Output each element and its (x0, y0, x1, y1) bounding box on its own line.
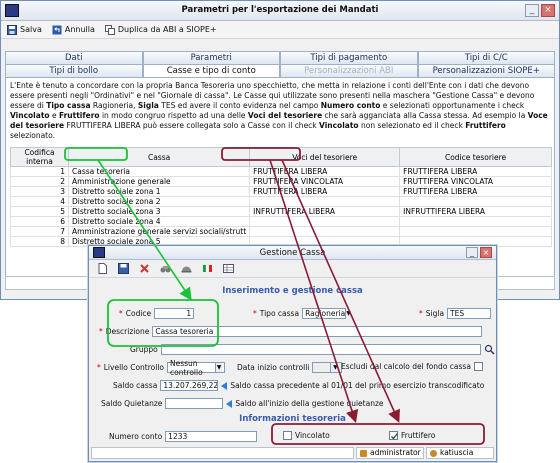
saldo-cassa-input[interactable]: 13.207.269,22 (160, 380, 219, 391)
close-button[interactable]: × (480, 247, 492, 258)
escludi-checkbox[interactable] (473, 362, 483, 371)
tab-personalizzazioni-abi[interactable]: Personalizzazioni ABI (280, 64, 418, 77)
floppy-icon (7, 24, 17, 35)
tab-tipi-pagamento[interactable]: Tipi di pagamento (280, 51, 418, 64)
codice-field: * Codice 1 (119, 308, 195, 319)
main-titlebar: Parametri per l'esportazione dei Mandati… (1, 1, 559, 21)
table-icon[interactable] (223, 263, 234, 274)
codice-input[interactable]: 1 (154, 308, 195, 319)
fruttifero-checkbox[interactable] (389, 431, 399, 440)
dialog-title: Gestione Cassa (259, 248, 326, 258)
main-toolbar: Salva Annulla Duplica da ABI a SIOPE+ (1, 21, 559, 39)
col-header-codice[interactable]: Codice tesoriere (399, 147, 552, 167)
sigla-input[interactable]: TES (447, 308, 492, 319)
helmet-icon[interactable] (181, 263, 192, 274)
data-inizio-select[interactable]: ▼ (312, 362, 343, 373)
casse-table: Codifica interna Cassa Voci del tesorier… (10, 147, 552, 247)
minimize-button[interactable]: _ (466, 247, 478, 258)
close-button[interactable]: × (541, 4, 555, 17)
dialog-statusbar: administrator katiuscia (91, 447, 494, 459)
arrow-left-icon (221, 381, 228, 390)
sigla-field: * Sigla TES (419, 308, 492, 319)
status-user2: katiuscia (426, 447, 494, 459)
numero-conto-field: Numero conto 1233 (109, 431, 258, 442)
floppy-icon[interactable] (118, 263, 129, 274)
gestione-cassa-dialog: Gestione Cassa _ × Inserimento e gestion… (88, 245, 497, 462)
descrizione-field: * Descrizione Cassa tesoreria (99, 326, 483, 337)
data-inizio-field: Data inizio controlli ▼ (237, 362, 343, 373)
duplicate-button[interactable]: Duplica da ABI a SIOPE+ (104, 24, 217, 35)
new-document-icon[interactable] (97, 263, 108, 274)
table-row[interactable]: 2 Amministrazione generale FRUTTIFERA VINC… (10, 176, 552, 187)
search-icon[interactable] (484, 344, 495, 355)
main-window-title: Parametri per l'esportazione dei Mandati (181, 5, 379, 15)
saldo-quietanze-field: Saldo Quietanze Saldo all'inizio della g… (101, 398, 384, 409)
gruppo-field: Gruppo (130, 344, 495, 355)
vincolato-checkbox[interactable] (283, 431, 292, 440)
vincolato-field: Vincolato (283, 431, 330, 440)
col-header-voci[interactable]: Voci del tesoriere (249, 147, 401, 167)
duplicate-label: Duplica da ABI a SIOPE+ (117, 25, 217, 34)
tab-casse-tipo-conto[interactable]: Casse e tipo di conto (142, 64, 280, 77)
dialog-toolbar (89, 260, 496, 278)
checkmark-icon (391, 433, 399, 440)
tab-parametri[interactable]: Parametri (142, 51, 280, 64)
fruttifero-field: Fruttifero (389, 431, 435, 440)
status-user: administrator (356, 447, 424, 459)
saldo-cassa-field: Saldo cassa 13.207.269,22 Saldo cassa pr… (113, 380, 485, 391)
italian-flag-icon[interactable] (202, 263, 213, 274)
save-label: Salva (20, 25, 42, 34)
table-row[interactable]: 5 Distretto sociale zona 3 INFRUTTIFERA LI… (10, 206, 552, 217)
chevron-down-icon: ▼ (215, 363, 222, 372)
undo-arrow-icon (52, 25, 62, 34)
numero-conto-input[interactable]: 1233 (165, 431, 258, 442)
table-row[interactable]: 1 Cassa tesoreria FRUTTIFERA LIBERA FRUTTIF… (10, 166, 552, 177)
duplicate-icon (104, 24, 115, 35)
arrow-left-icon (226, 399, 233, 408)
status-cell (91, 447, 354, 459)
save-button[interactable]: Salva (7, 24, 42, 35)
section-tesoreria-title: Informazioni tesoreria (239, 414, 346, 424)
table-row[interactable]: 4 Distretto sociale zona 2 (10, 196, 552, 207)
escludi-field: Escludi dal calcolo del fondo cassa (341, 362, 483, 371)
cancel-button[interactable]: Annulla (52, 25, 95, 35)
tab-row-2: Tipi di bollo Casse e tipo di conto Pers… (5, 64, 555, 77)
chevron-down-icon: ▼ (345, 309, 351, 318)
tab-tipi-cc[interactable]: Tipi di C/C (417, 51, 555, 64)
saldo-quietanze-input[interactable] (165, 398, 224, 409)
user-icon (430, 449, 437, 457)
tab-personalizzazioni-siope[interactable]: Personalizzazioni SIOPE+ (417, 64, 555, 77)
descrizione-input[interactable]: Cassa tesoreria (152, 326, 483, 337)
gruppo-input[interactable] (160, 344, 481, 355)
table-row[interactable]: 7 Amministrazione generale servizi social… (10, 226, 552, 237)
chevron-down-icon: ▼ (330, 363, 340, 372)
tab-row-1: Dati Parametri Tipi di pagamento Tipi di… (5, 51, 555, 64)
tab-tipi-bollo[interactable]: Tipi di bollo (5, 64, 143, 77)
cancel-label: Annulla (64, 25, 95, 34)
dialog-titlebar: Gestione Cassa _ × (89, 246, 496, 260)
minimize-button[interactable]: _ (525, 4, 539, 17)
col-header-cassa[interactable]: Cassa (67, 147, 251, 167)
table-row[interactable]: 6 Distretto sociale zona 4 (10, 216, 552, 227)
livello-select[interactable]: Nessun controllo ▼ (167, 359, 225, 377)
binoculars-icon[interactable] (160, 263, 171, 274)
tab-dati[interactable]: Dati (5, 51, 143, 64)
tipo-cassa-field: * Tipo cassa Ragioneria ▼ (253, 308, 351, 319)
lock-icon (360, 449, 367, 457)
section-inserimento-title: Inserimento e gestione cassa (222, 286, 363, 296)
livello-controllo-field: * Livello Controllo Nessun controllo ▼ (97, 359, 225, 377)
description-text: L'Ente è tenuto a concordare con la prop… (10, 81, 548, 140)
delete-icon[interactable] (139, 263, 150, 274)
col-header-codifica[interactable]: Codifica interna (10, 147, 69, 167)
tipo-cassa-select[interactable]: Ragioneria ▼ (302, 308, 351, 319)
table-row[interactable]: 3 Distretto sociale zona 1 FRUTTIFERA LIBE… (10, 186, 552, 197)
